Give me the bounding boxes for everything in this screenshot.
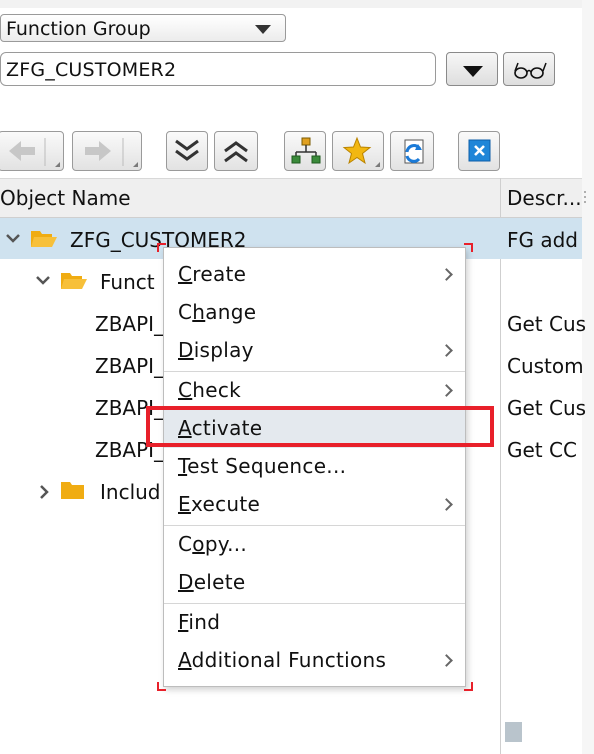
menu-item-check[interactable]: Check [164,372,465,410]
scrollbar-thumb[interactable] [505,722,522,742]
close-x-icon [468,139,491,162]
display-button[interactable] [503,52,555,86]
tree-node-desc: Get CC [507,438,577,462]
submenu-arrow-icon [440,268,453,281]
forward-button[interactable] [72,131,142,171]
dropdown-arrow-icon [463,66,483,77]
menu-corner-icon [133,162,138,167]
tree-node-function-module[interactable]: ZBAPI_ [95,354,164,378]
corner-mark-icon [464,682,473,691]
corner-mark-icon [464,243,473,252]
context-menu: Create Change Display Check Activate Tes… [163,247,466,687]
tree-node-desc: Get Cus [507,396,587,420]
object-name-input[interactable]: ZFG_CUSTOMER2 [0,52,436,86]
column-header-object-name[interactable]: Object Name [0,186,131,210]
folder-closed-icon [61,482,84,499]
hierarchy-button[interactable] [284,131,326,171]
menu-item-create[interactable]: Create [164,256,465,294]
menu-item-change[interactable]: Change [164,294,465,332]
refresh-button[interactable] [390,131,434,171]
corner-mark-icon [157,243,166,252]
collapse-all-icon [224,141,248,163]
back-button[interactable] [0,131,64,171]
menu-item-additional-functions[interactable]: Additional Functions [164,642,465,680]
object-type-dropdown[interactable]: Function Group [0,14,286,42]
object-type-value: Function Group [6,18,151,40]
resize-grip-icon[interactable] [583,190,587,206]
top-strip [0,0,582,8]
column-divider[interactable] [500,178,501,754]
tree-node-includes[interactable]: Includ [100,480,161,504]
chevron-down-icon[interactable] [35,274,51,286]
activate-highlight-box [146,406,494,447]
folder-open-icon [61,273,87,289]
history-dropdown-button[interactable] [446,52,498,86]
menu-item-delete[interactable]: Delete [164,564,465,602]
splitter-edge[interactable] [582,0,594,754]
object-name-value: ZFG_CUSTOMER2 [6,59,177,81]
submenu-arrow-icon [440,498,453,511]
chevron-right-icon[interactable] [38,484,50,500]
tree-node-function-module[interactable]: ZBAPI_ [95,312,164,336]
expand-all-button[interactable] [166,131,208,171]
menu-item-execute[interactable]: Execute [164,486,465,524]
menu-item-display[interactable]: Display [164,332,465,370]
hierarchy-icon [291,137,321,164]
submenu-arrow-icon [440,654,453,667]
dropdown-arrow-icon [255,25,271,34]
menu-item-test-sequence[interactable]: Test Sequence... [164,448,465,486]
glasses-icon [514,62,547,79]
corner-mark-icon [157,682,166,691]
folder-open-icon [31,231,57,247]
menu-corner-icon [375,162,380,167]
collapse-all-button[interactable] [214,131,258,171]
favorites-button[interactable] [332,131,384,171]
menu-item-copy[interactable]: Copy... [164,526,465,564]
tree-node-desc: Get Cus [507,312,587,336]
tree-node-function-modules[interactable]: Funct [100,270,155,294]
refresh-icon [404,139,424,164]
submenu-arrow-icon [440,344,453,357]
menu-corner-icon [55,162,60,167]
close-button[interactable] [458,131,500,171]
menu-item-find[interactable]: Find [164,604,465,642]
column-header-description[interactable]: Descr... [507,186,582,210]
expand-all-icon [175,139,199,161]
tree-node-desc: FG add [507,228,579,252]
chevron-down-icon[interactable] [5,232,21,244]
tree-node-desc: Custom [507,354,584,378]
submenu-arrow-icon [440,384,453,397]
